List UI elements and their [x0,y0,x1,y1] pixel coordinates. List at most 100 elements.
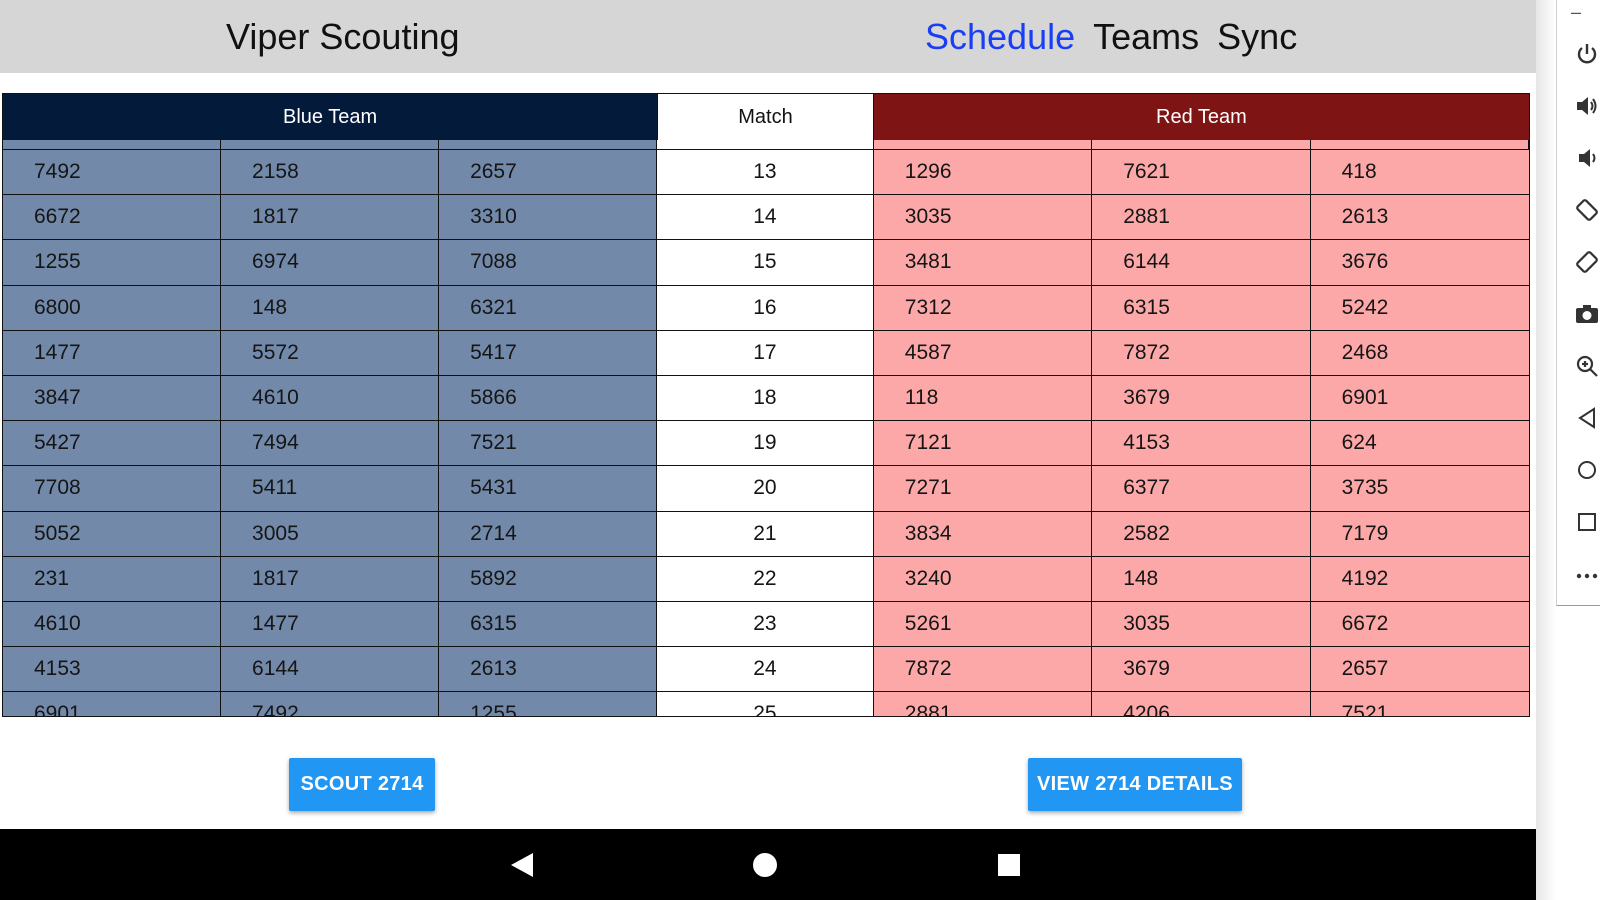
blue-team-cell[interactable]: 148 [221,285,440,331]
red-team-cell[interactable]: 7872 [1092,330,1311,376]
red-team-cell[interactable]: 118 [873,375,1093,422]
match-number-cell[interactable]: 16 [657,285,874,331]
table-row[interactable]: 231 1817 5892 22 3240 148 4192 [3,556,1529,602]
back-icon[interactable] [1573,404,1600,432]
red-team-cell[interactable]: 2613 [1310,195,1529,241]
match-number-cell[interactable]: 21 [657,511,874,557]
table-row[interactable]: 1255 6974 7088 15 3481 6144 3676 [3,240,1529,286]
red-team-cell[interactable]: 7872 [873,647,1093,693]
blue-team-cell[interactable]: 3847 [3,375,222,422]
blue-team-cell[interactable]: 7492 [3,150,222,196]
match-number-cell[interactable]: 22 [657,556,874,602]
red-team-cell[interactable]: 7179 [1310,511,1529,557]
red-team-cell[interactable]: 3240 [873,556,1093,602]
red-team-cell[interactable]: 7121 [873,421,1093,467]
table-row[interactable]: 6800 148 6321 16 7312 6315 5242 [3,285,1529,331]
red-team-cell[interactable]: 4206 [1092,692,1311,716]
rotate-left-icon[interactable] [1573,196,1600,224]
blue-team-cell[interactable]: 6315 [439,601,658,648]
overview-icon[interactable] [1573,508,1600,536]
red-team-cell[interactable]: 3834 [873,511,1093,557]
red-team-cell[interactable]: 7312 [873,285,1093,331]
nav-recents-button[interactable] [979,829,1039,900]
red-team-cell[interactable]: 7271 [873,466,1093,512]
rotate-right-icon[interactable] [1573,248,1600,276]
red-team-cell[interactable]: 148 [1092,556,1311,602]
red-team-cell[interactable]: 3679 [1092,375,1311,422]
blue-team-cell[interactable]: 5417 [439,330,658,376]
match-number-cell[interactable]: 13 [657,150,874,196]
match-number-cell[interactable]: 14 [657,195,874,241]
blue-team-cell[interactable]: 1817 [221,556,440,602]
red-team-cell[interactable]: 3735 [1310,466,1529,512]
red-team-cell[interactable]: 3481 [873,240,1093,286]
red-team-cell[interactable]: 624 [1310,421,1529,467]
blue-team-cell[interactable]: 1477 [3,330,222,376]
volume-up-icon[interactable] [1573,92,1600,120]
blue-team-cell[interactable]: 4610 [3,601,222,648]
blue-team-cell[interactable]: 231 [3,556,222,602]
view-details-button[interactable]: VIEW 2714 DETAILS [1028,758,1242,811]
blue-team-cell[interactable]: 6901 [3,692,222,716]
red-team-cell[interactable]: 6144 [1092,240,1311,286]
red-team-cell[interactable]: 6901 [1310,375,1529,422]
table-row[interactable]: 1477 5572 5417 17 4587 7872 2468 [3,330,1529,376]
red-team-cell[interactable]: 3035 [1092,601,1311,648]
nav-home-button[interactable] [735,829,795,900]
blue-team-cell[interactable]: 7708 [3,466,222,512]
blue-team-cell[interactable]: 5892 [439,556,658,602]
blue-team-cell[interactable]: 3310 [439,195,658,241]
blue-team-cell[interactable]: 7492 [221,692,440,716]
red-team-cell[interactable]: 3676 [1310,240,1529,286]
nav-teams[interactable]: Teams [1093,16,1199,58]
table-row[interactable]: 6672 1817 3310 14 3035 2881 2613 [3,195,1529,241]
blue-team-cell[interactable]: 1255 [439,692,658,716]
match-number-cell[interactable]: 19 [657,421,874,467]
red-team-cell[interactable]: 6672 [1310,601,1529,648]
more-icon[interactable] [1573,562,1600,590]
red-team-cell[interactable]: 5261 [873,601,1093,648]
table-row[interactable]: 7708 5411 5431 20 7271 6377 3735 [3,466,1529,512]
blue-team-cell[interactable]: 6974 [221,240,440,286]
match-number-cell[interactable]: 17 [657,330,874,376]
blue-team-cell[interactable]: 5411 [221,466,440,512]
red-team-cell[interactable]: 7521 [1310,692,1529,716]
table-row[interactable]: 4153 6144 2613 24 7872 3679 2657 [3,647,1529,693]
red-team-cell[interactable]: 6377 [1092,466,1311,512]
red-team-cell[interactable]: 3679 [1092,647,1311,693]
blue-team-cell[interactable]: 5866 [439,375,658,422]
table-row[interactable]: 5052 3005 2714 21 3834 2582 7179 [3,511,1529,557]
blue-team-cell[interactable]: 7088 [439,240,658,286]
blue-team-cell[interactable]: 6672 [3,195,222,241]
blue-team-cell[interactable]: 2714 [439,511,658,557]
match-number-cell[interactable]: 18 [657,375,874,422]
match-number-cell[interactable]: 25 [657,692,874,716]
table-row[interactable]: 4610 1477 6315 23 5261 3035 6672 [3,601,1529,648]
nav-schedule[interactable]: Schedule [925,16,1075,58]
red-team-cell[interactable]: 2657 [1310,647,1529,693]
red-team-cell[interactable]: 2881 [873,692,1093,716]
match-number-cell[interactable]: 15 [657,240,874,286]
zoom-icon[interactable] [1573,352,1600,380]
red-team-cell[interactable]: 6315 [1092,285,1311,331]
red-team-cell[interactable]: 4192 [1310,556,1529,602]
volume-down-icon[interactable] [1573,144,1600,172]
minimize-icon[interactable]: – [1571,2,1581,23]
red-team-cell[interactable]: 5242 [1310,285,1529,331]
red-team-cell[interactable]: 418 [1310,150,1529,196]
table-body[interactable]: 7492 2158 2657 13 1296 7621 418 6672 1817 3310 14 3… [3,140,1529,716]
blue-team-cell[interactable]: 1255 [3,240,222,286]
table-row[interactable]: 7492 2158 2657 13 1296 7621 418 [3,150,1529,196]
red-team-cell[interactable]: 2881 [1092,195,1311,241]
blue-team-cell[interactable]: 6144 [221,647,440,693]
red-team-cell[interactable]: 3035 [873,195,1093,241]
red-team-cell[interactable]: 4587 [873,330,1093,376]
blue-team-cell[interactable]: 6321 [439,285,658,331]
blue-team-cell[interactable]: 2158 [221,150,440,196]
red-team-cell[interactable]: 1296 [873,150,1093,196]
blue-team-cell[interactable]: 6800 [3,285,222,331]
red-team-cell[interactable]: 2468 [1310,330,1529,376]
table-row[interactable]: 3847 4610 5866 18 118 3679 6901 [3,375,1529,422]
scout-button[interactable]: SCOUT 2714 [289,758,435,811]
blue-team-cell[interactable]: 4610 [221,375,440,422]
